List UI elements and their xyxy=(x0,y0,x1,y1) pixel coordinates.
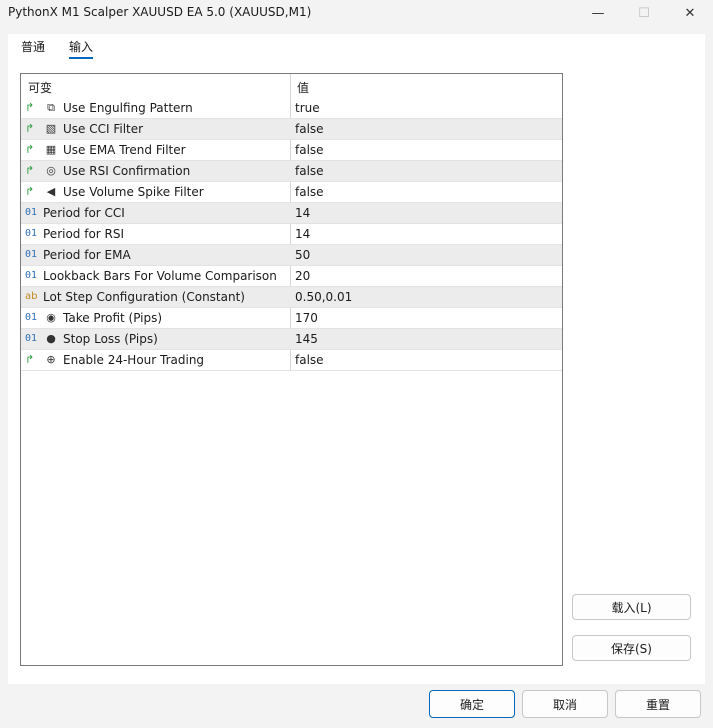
grid-row[interactable]: 01 Period for CCI 14 xyxy=(21,203,562,224)
cci-icon: ▧ xyxy=(45,122,57,135)
ema-chart-icon: ▦ xyxy=(45,143,57,156)
string-icon: ab xyxy=(25,291,38,302)
maximize-button: ☐ xyxy=(621,0,667,26)
row-value[interactable]: 20 xyxy=(295,269,310,283)
maximize-icon: ☐ xyxy=(638,5,650,21)
globe-icon: ⊕ xyxy=(46,353,56,366)
row-name: Use RSI Confirmation xyxy=(63,164,191,178)
row-name: Period for RSI xyxy=(43,227,125,241)
row-name: Use CCI Filter xyxy=(63,122,144,136)
grid-row[interactable]: ↱ ◎ Use RSI Confirmation false xyxy=(21,161,562,182)
row-name: Stop Loss (Pips) xyxy=(63,332,158,346)
grid-header: 可变 值 xyxy=(21,74,562,98)
header-value[interactable]: 值 xyxy=(297,79,309,96)
row-value[interactable]: 14 xyxy=(295,206,310,220)
row-name: Lot Step Configuration (Constant) xyxy=(43,290,245,304)
grid-row[interactable]: ↱ ◀ Use Volume Spike Filter false xyxy=(21,182,562,203)
save-button[interactable]: 保存(S) xyxy=(572,635,691,661)
ok-button[interactable]: 确定 xyxy=(429,690,515,718)
row-value[interactable]: 14 xyxy=(295,227,310,241)
int-icon: 01 xyxy=(25,207,38,218)
inputs-grid: 可变 值 ↱ ⧉ Use Engulfing Pattern true ↱ ▧ Use CC… xyxy=(20,73,563,666)
row-name: Lookback Bars For Volume Comparison xyxy=(43,269,277,283)
speaker-icon: ◀ xyxy=(46,185,56,198)
rsi-spiral-icon: ◎ xyxy=(46,164,56,177)
reset-button[interactable]: 重置 xyxy=(615,690,701,718)
minimize-button[interactable]: — xyxy=(575,0,621,26)
tab-common[interactable]: 普通 xyxy=(21,38,45,58)
int-icon: 01 xyxy=(25,270,38,281)
int-icon: 01 xyxy=(25,228,38,239)
row-name: Period for CCI xyxy=(43,206,125,220)
grid-row[interactable]: 01 ◉ Take Profit (Pips) 170 xyxy=(21,308,562,329)
active-tab-indicator xyxy=(69,57,93,59)
grid-row[interactable]: ab Lot Step Configuration (Constant) 0.50,… xyxy=(21,287,562,308)
row-value[interactable]: true xyxy=(295,101,320,115)
row-value[interactable]: false xyxy=(295,185,324,199)
grid-row[interactable]: 01 Period for EMA 50 xyxy=(21,245,562,266)
dialog-panel: 普通 输入 可变 值 ↱ ⧉ Use Engulfing Pattern true ↱ ▧… xyxy=(8,34,705,684)
row-value[interactable]: 170 xyxy=(295,311,318,325)
cancel-button[interactable]: 取消 xyxy=(522,690,608,718)
row-value[interactable]: false xyxy=(295,143,324,157)
row-name: Period for EMA xyxy=(43,248,131,262)
row-value[interactable]: false xyxy=(295,353,324,367)
int-icon: 01 xyxy=(25,333,38,344)
grid-row[interactable]: ↱ ⧉ Use Engulfing Pattern true xyxy=(21,98,562,119)
int-icon: 01 xyxy=(25,249,38,260)
grid-row[interactable]: 01 Period for RSI 14 xyxy=(21,224,562,245)
row-name: Use Engulfing Pattern xyxy=(63,101,193,115)
row-name: Use Volume Spike Filter xyxy=(63,185,204,199)
stop-circle-icon: ● xyxy=(46,332,56,345)
bool-arrow-icon: ↱ xyxy=(25,101,35,114)
window-title: PythonX M1 Scalper XAUUSD EA 5.0 (XAUUSD… xyxy=(8,5,312,19)
bool-arrow-icon: ↱ xyxy=(25,122,35,135)
load-button[interactable]: 载入(L) xyxy=(572,594,691,620)
close-button[interactable]: ✕ xyxy=(667,0,713,26)
row-name: Take Profit (Pips) xyxy=(63,311,163,325)
header-variable[interactable]: 可变 xyxy=(28,79,52,96)
close-icon: ✕ xyxy=(684,5,696,21)
row-value[interactable]: false xyxy=(295,122,324,136)
minimize-icon: — xyxy=(591,5,605,21)
grid-row[interactable]: 01 Lookback Bars For Volume Comparison 20 xyxy=(21,266,562,287)
tab-inputs[interactable]: 输入 xyxy=(69,38,93,58)
grid-row[interactable]: ↱ ⊕ Enable 24-Hour Trading false xyxy=(21,350,562,371)
row-value[interactable]: 50 xyxy=(295,248,310,262)
engulfing-icon: ⧉ xyxy=(47,101,55,114)
row-value[interactable]: 0.50,0.01 xyxy=(295,290,352,304)
target-icon: ◉ xyxy=(46,311,56,324)
bool-arrow-icon: ↱ xyxy=(25,353,35,366)
bool-arrow-icon: ↱ xyxy=(25,164,35,177)
row-value[interactable]: 145 xyxy=(295,332,318,346)
grid-row[interactable]: 01 ● Stop Loss (Pips) 145 xyxy=(21,329,562,350)
row-name: Enable 24-Hour Trading xyxy=(63,353,205,367)
row-name: Use EMA Trend Filter xyxy=(63,143,186,157)
row-value[interactable]: false xyxy=(295,164,324,178)
bool-arrow-icon: ↱ xyxy=(25,185,35,198)
grid-row[interactable]: ↱ ▦ Use EMA Trend Filter false xyxy=(21,140,562,161)
title-bar: PythonX M1 Scalper XAUUSD EA 5.0 (XAUUSD… xyxy=(0,0,713,26)
grid-row[interactable]: ↱ ▧ Use CCI Filter false xyxy=(21,119,562,140)
bool-arrow-icon: ↱ xyxy=(25,143,35,156)
int-icon: 01 xyxy=(25,312,38,323)
